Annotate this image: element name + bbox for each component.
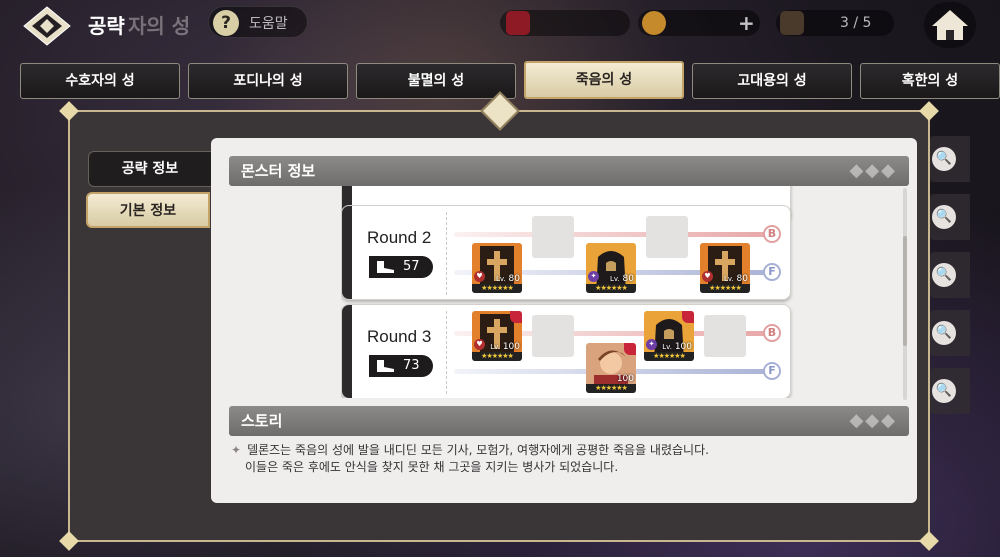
- story-text: ✦ 델론즈는 죽음의 성에 발을 내디딘 모든 기사, 모험가, 여행자에게 공평…: [231, 442, 709, 476]
- resource-stamina-pill: 3 / 5: [776, 10, 894, 36]
- elite-mark-icon: [682, 311, 694, 323]
- unit-stars: ★★★★★★: [472, 352, 522, 361]
- ghost-subtitle: 자의 성: [128, 14, 191, 38]
- unit-stars: ★★★★★★: [586, 384, 636, 393]
- header-decor: ◆◆◆: [849, 160, 897, 181]
- round-card[interactable]: Round 2 57 B F ♥ Lv. 80 ★★★★★★ ✦ Lv. 80 …: [341, 205, 791, 300]
- front-row-tag: F: [763, 362, 781, 380]
- card-divider: [446, 212, 447, 295]
- boot-icon: [377, 360, 394, 372]
- ghost-list-row: 🔍: [930, 136, 970, 182]
- monster-unit[interactable]: ♥ Lv. 80 ★★★★★★: [700, 243, 750, 293]
- help-label: 도움말: [249, 16, 288, 32]
- unit-stars: ★★★★★★: [644, 352, 694, 361]
- help-button[interactable]: ? 도움말: [208, 6, 308, 38]
- elite-mark-icon: [510, 311, 522, 323]
- unit-level: Lv. 80: [609, 274, 634, 284]
- empty-slot: [646, 216, 688, 258]
- story-line: 이들은 죽은 후에도 안식을 찾지 못한 채 그곳을 지키는 병사가 되었습니다…: [245, 460, 619, 474]
- monster-unit[interactable]: ♥ Lv. 80 ★★★★★★: [472, 243, 522, 293]
- story-line: ✦ 델론즈는 죽음의 성에 발을 내디딘 모든 기사, 모험가, 여행자에게 공평…: [231, 443, 709, 457]
- back-row-tag: B: [763, 324, 781, 342]
- card-divider: [446, 311, 447, 394]
- side-tab-strategy-info[interactable]: 공략 정보: [88, 151, 212, 187]
- tab-frost-castle[interactable]: 혹한의 성: [860, 63, 1000, 99]
- empty-slot: [532, 216, 574, 258]
- round-power-badge: 57: [369, 256, 433, 278]
- scrollbar-thumb[interactable]: [903, 236, 907, 346]
- monster-unit[interactable]: 100 ★★★★★★: [586, 343, 636, 393]
- boot-icon: [377, 261, 394, 273]
- home-icon: [932, 10, 968, 40]
- bullet-icon: ✦: [231, 443, 242, 457]
- tab-ancient-dragon-castle[interactable]: 고대용의 성: [692, 63, 852, 99]
- resource-gem-pill[interactable]: [500, 10, 630, 36]
- front-row-tag: F: [763, 263, 781, 281]
- ghost-list-row: 🔍: [930, 368, 970, 414]
- round-card[interactable]: Round 3 73 B F ♥ Lv. 100 ★★★★★★ ✦ Lv. 10…: [341, 304, 791, 398]
- round-power-value: 57: [403, 259, 420, 274]
- tab-immortal-castle[interactable]: 불멸의 성: [356, 63, 516, 99]
- help-question-icon: ?: [213, 10, 239, 36]
- home-button[interactable]: [924, 2, 976, 48]
- side-tab-basic-info[interactable]: 기본 정보: [86, 192, 210, 228]
- unit-level: 100: [616, 374, 634, 384]
- monster-info-title: 몬스터 정보: [241, 162, 316, 180]
- add-gold-button[interactable]: +: [738, 11, 755, 35]
- search-icon: 🔍: [932, 147, 956, 171]
- stamina-shield-icon: [780, 11, 804, 35]
- back-row-lane: [454, 232, 772, 237]
- round-label: Round 2: [367, 228, 432, 247]
- ghost-list-row: 🔍: [930, 194, 970, 240]
- unit-level: Lv. 100: [662, 342, 692, 352]
- monster-info-header: 몬스터 정보 ◆◆◆: [229, 156, 909, 186]
- top-bar: 자의 성 공략 ? 도움말 + 3 / 5: [0, 0, 1000, 52]
- content-area: 몬스터 정보 ◆◆◆ ★★★★★★ ★★★★★★ ★★★★★★ Round 2 …: [211, 138, 917, 503]
- stamina-count: 3 / 5: [840, 15, 872, 31]
- search-icon: 🔍: [932, 379, 956, 403]
- unit-level: Lv. 100: [490, 342, 520, 352]
- unit-badge: ♥: [474, 339, 485, 350]
- unit-badge: ♥: [702, 271, 713, 282]
- resource-gold-pill[interactable]: +: [638, 10, 760, 36]
- unit-badge: ✦: [646, 339, 657, 350]
- gem-icon: [506, 11, 530, 35]
- card-edge: [342, 305, 352, 398]
- ghost-list-row: 🔍: [930, 310, 970, 356]
- rounds-scroll-area[interactable]: ★★★★★★ ★★★★★★ ★★★★★★ Round 2 57 B F: [341, 186, 801, 398]
- search-icon: 🔍: [932, 205, 956, 229]
- unit-stars: ★★★★★★: [700, 284, 750, 293]
- card-edge: [342, 206, 352, 299]
- page-title: 공략: [88, 14, 125, 38]
- search-icon: 🔍: [932, 263, 956, 287]
- header-decor: ◆◆◆: [849, 410, 897, 431]
- back-row-tag: B: [763, 225, 781, 243]
- unit-stars: ★★★★★★: [586, 284, 636, 293]
- gold-coin-icon: [642, 11, 666, 35]
- story-title: 스토리: [241, 412, 283, 430]
- monster-unit[interactable]: ✦ Lv. 80 ★★★★★★: [586, 243, 636, 293]
- unit-level: Lv. 80: [723, 274, 748, 284]
- round-power-value: 73: [403, 358, 420, 373]
- tab-fodina-castle[interactable]: 포디나의 성: [188, 63, 348, 99]
- tab-death-castle[interactable]: 죽음의 성: [524, 61, 684, 99]
- castle-tabs: 수호자의 성 포디나의 성 불멸의 성 죽음의 성 고대용의 성 혹한의 성: [20, 61, 1000, 101]
- tab-guardian-castle[interactable]: 수호자의 성: [20, 63, 180, 99]
- empty-slot: [704, 315, 746, 357]
- empty-slot: [532, 315, 574, 357]
- search-icon: 🔍: [932, 321, 956, 345]
- rounds-scrollbar[interactable]: [903, 188, 907, 400]
- unit-badge: ✦: [588, 271, 599, 282]
- round-power-badge: 73: [369, 355, 433, 377]
- monster-unit[interactable]: ♥ Lv. 100 ★★★★★★: [472, 311, 522, 361]
- elite-mark-icon: [624, 343, 636, 355]
- unit-level: Lv. 80: [495, 274, 520, 284]
- story-header: 스토리 ◆◆◆: [229, 406, 909, 436]
- logo-diamond-icon[interactable]: [22, 5, 72, 47]
- round-label: Round 3: [367, 327, 432, 346]
- unit-stars: ★★★★★★: [472, 284, 522, 293]
- ghost-list-row: 🔍: [930, 252, 970, 298]
- monster-unit[interactable]: ✦ Lv. 100 ★★★★★★: [644, 311, 694, 361]
- unit-badge: ♥: [474, 271, 485, 282]
